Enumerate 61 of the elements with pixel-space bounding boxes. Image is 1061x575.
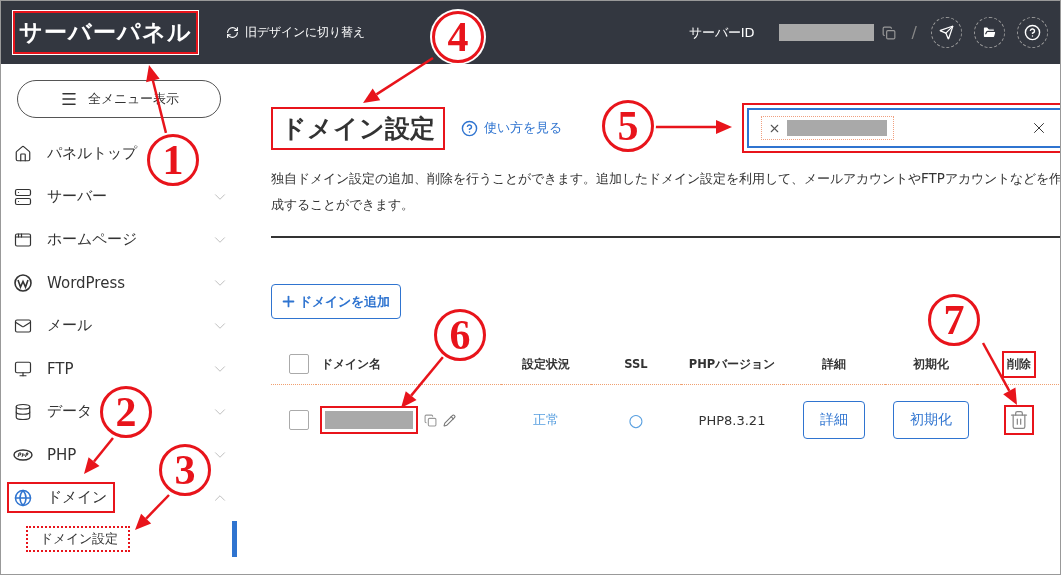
trash-icon bbox=[1009, 410, 1029, 430]
help-link[interactable]: 使い方を見る bbox=[461, 119, 562, 137]
callout-number: 5 bbox=[602, 100, 654, 152]
sidebar-item[interactable]: データ bbox=[7, 396, 100, 427]
server-icon bbox=[14, 187, 32, 206]
app-logo[interactable]: サーバーパネル bbox=[13, 11, 198, 54]
sidebar-item[interactable]: サーバー bbox=[7, 181, 115, 212]
delete-button[interactable] bbox=[1004, 405, 1034, 435]
folder-icon bbox=[982, 25, 997, 40]
column-header: PHPバージョン bbox=[687, 355, 777, 373]
add-domain-button[interactable]: ドメインを追加 bbox=[271, 284, 401, 319]
server-id-label: サーバーID bbox=[688, 23, 755, 42]
callout-number: 7 bbox=[928, 294, 980, 346]
help-icon bbox=[1024, 24, 1041, 41]
database-icon bbox=[14, 402, 32, 421]
sidebar-item[interactable]: FTP bbox=[7, 353, 82, 384]
column-header: ドメイン名 bbox=[320, 355, 382, 373]
wordpress-logo-icon bbox=[14, 273, 32, 292]
php-logo-icon bbox=[13, 448, 33, 461]
callout-number: 6 bbox=[434, 309, 486, 361]
sidebar-item[interactable]: PHP bbox=[7, 439, 85, 470]
reset-button[interactable]: 初期化 bbox=[893, 401, 969, 439]
mail-icon bbox=[14, 316, 32, 335]
callout-arrow bbox=[84, 437, 114, 474]
paper-plane-icon bbox=[939, 25, 954, 40]
callout-arrow bbox=[135, 494, 170, 530]
separator: / bbox=[911, 23, 917, 42]
callout-number: 2 bbox=[100, 386, 152, 438]
copy-icon[interactable] bbox=[424, 413, 437, 427]
home-icon bbox=[14, 144, 32, 163]
globe-icon bbox=[14, 488, 32, 507]
browser-window-icon bbox=[14, 230, 32, 249]
menu-icon bbox=[59, 90, 78, 108]
page-title: ドメイン設定 bbox=[271, 106, 445, 150]
sidebar-item[interactable]: パネルトップ bbox=[7, 138, 145, 169]
plus-icon bbox=[280, 293, 297, 310]
switch-design-link[interactable]: 旧デザインに切り替え bbox=[226, 24, 365, 41]
callout-number: 3 bbox=[159, 444, 211, 496]
sidebar-subitem[interactable]: ドメイン設定 bbox=[26, 526, 130, 552]
column-header: 設定状況 bbox=[521, 355, 571, 373]
detail-button[interactable]: 詳細 bbox=[803, 401, 865, 439]
callout-arrow bbox=[363, 56, 434, 103]
edit-icon[interactable] bbox=[443, 413, 456, 427]
ssl-status: ○ bbox=[628, 410, 644, 430]
php-version: PHP8.3.21 bbox=[698, 412, 766, 428]
sidebar-item[interactable]: WordPress bbox=[7, 267, 134, 298]
column-header: 詳細 bbox=[821, 355, 847, 373]
copy-icon[interactable] bbox=[881, 25, 896, 40]
column-header: SSL bbox=[623, 356, 649, 373]
refresh-icon bbox=[226, 26, 239, 39]
monitor-icon bbox=[14, 359, 32, 378]
sidebar-item[interactable]: メール bbox=[7, 310, 100, 341]
checkbox[interactable] bbox=[289, 410, 309, 430]
help-icon bbox=[461, 119, 478, 137]
column-header: 初期化 bbox=[912, 355, 950, 373]
checkbox[interactable] bbox=[289, 354, 309, 374]
column-header: 削除 bbox=[1002, 350, 1036, 378]
sidebar-item[interactable]: ホームページ bbox=[7, 224, 145, 255]
sidebar-item[interactable]: ドメイン bbox=[7, 482, 115, 513]
status-text: 正常 bbox=[533, 411, 559, 429]
callout-number: 1 bbox=[147, 134, 199, 186]
